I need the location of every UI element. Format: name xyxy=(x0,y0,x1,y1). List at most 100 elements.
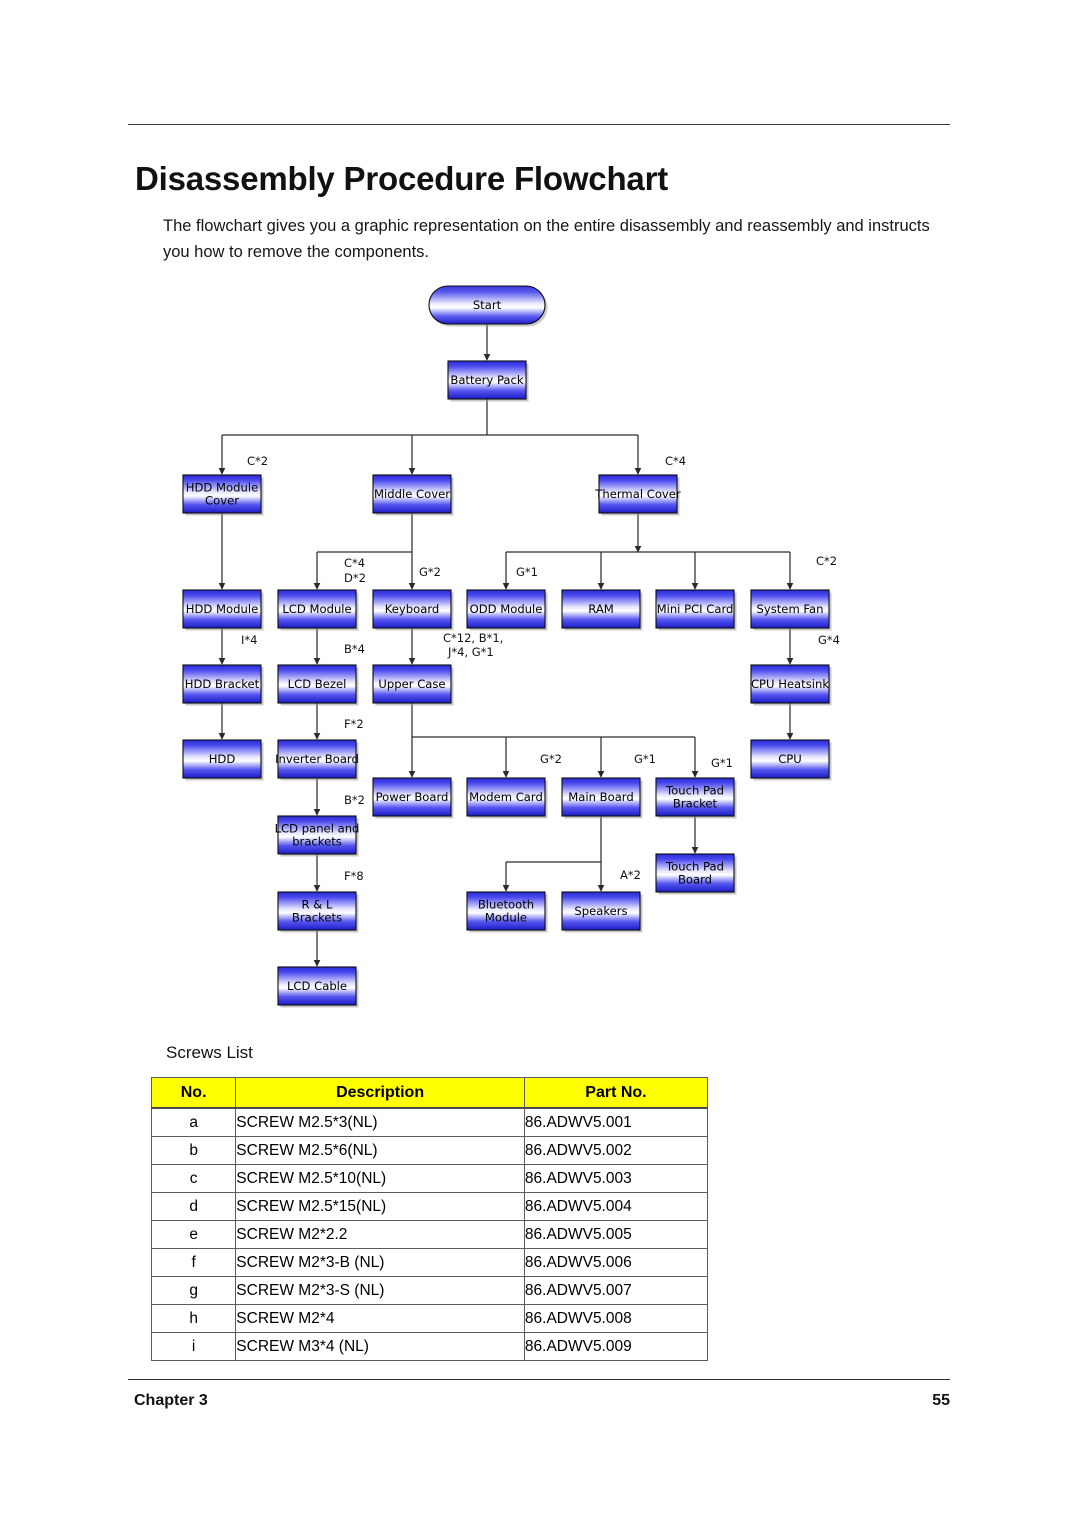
flow-node-label: HDD Bracket xyxy=(185,677,260,691)
footer-chapter: Chapter 3 xyxy=(134,1392,208,1409)
screw-count-label: I*4 xyxy=(241,633,257,647)
flow-node-label: Middle Cover xyxy=(374,487,450,501)
flow-node-label: Thermal Cover xyxy=(594,487,681,501)
cell-no: a xyxy=(150,1107,237,1137)
flow-node-upper_case: Upper Case xyxy=(372,664,454,706)
cell-no: i xyxy=(150,1332,237,1361)
header-rule xyxy=(128,124,950,125)
screw-count-label: C*4 xyxy=(344,556,365,570)
cell-no: h xyxy=(150,1304,237,1333)
flow-node-label: Mini PCI Card xyxy=(657,602,734,616)
screw-count-label: B*2 xyxy=(344,793,365,807)
flow-node-inverter_board: Inverter Board xyxy=(275,739,359,781)
screws-list-heading: Screws List xyxy=(166,1043,253,1062)
flow-node-modem_card: Modem Card xyxy=(466,777,548,819)
flow-node-lcd_module: LCD Module xyxy=(277,589,359,631)
flow-node-rl_brackets: R & LBrackets xyxy=(277,891,359,933)
footer-page-number: 55 xyxy=(932,1392,950,1409)
flow-node-label: Upper Case xyxy=(378,677,445,691)
flowchart-nodes: Start Battery Pack HDD ModuleCover Middle C… xyxy=(182,285,832,1008)
screw-count-label: J*4, G*1 xyxy=(447,645,494,659)
flow-node-hdd_module_cover: HDD ModuleCover xyxy=(182,474,264,516)
intro-paragraph: The flowchart gives you a graphic repres… xyxy=(163,216,930,261)
flow-node-keyboard: Keyboard xyxy=(372,589,454,631)
cell-description: SCREW M2*3-S (NL) xyxy=(235,1276,525,1305)
flow-node-label: ODD Module xyxy=(470,602,543,616)
table-row: b SCREW M2.5*6(NL) 86.ADWV5.002 xyxy=(150,1136,709,1165)
column-header-description: Description xyxy=(235,1077,525,1109)
screw-count-label: G*1 xyxy=(516,565,538,579)
cell-part-no: 86.ADWV5.007 xyxy=(523,1276,709,1305)
flowchart-canvas: Start Battery Pack HDD ModuleCover Middle C… xyxy=(182,285,840,1008)
screw-count-label: G*2 xyxy=(419,565,441,579)
screw-count-label: D*2 xyxy=(344,571,366,585)
screw-count-label: C*2 xyxy=(247,454,268,468)
screw-count-label: F*8 xyxy=(344,869,364,883)
flow-node-bluetooth_module: BluetoothModule xyxy=(466,891,548,933)
table-row: h SCREW M2*4 86.ADWV5.008 xyxy=(150,1304,709,1333)
screw-count-label: G*2 xyxy=(540,752,562,766)
screw-count-label: A*2 xyxy=(620,868,641,882)
manual-page: Disassembly Procedure Flowchart The flow… xyxy=(0,0,1080,1528)
flow-node-label: RAM xyxy=(588,602,614,616)
footer-rule xyxy=(128,1379,950,1380)
flow-node-label: Battery Pack xyxy=(450,373,524,387)
flow-node-label: Brackets xyxy=(292,910,342,924)
cell-no: g xyxy=(150,1276,237,1305)
table-header-row: No. Description Part No. xyxy=(150,1077,709,1109)
flow-node-hdd_bracket: HDD Bracket xyxy=(182,664,264,706)
cell-part-no: 86.ADWV5.009 xyxy=(523,1332,709,1361)
flow-node-battery_pack: Battery Pack xyxy=(447,360,529,402)
cell-description: SCREW M2*2.2 xyxy=(235,1220,525,1249)
cell-no: d xyxy=(150,1192,237,1221)
flow-node-touch_pad_bracket: Touch PadBracket xyxy=(655,777,737,819)
disassembly-flowchart: Start Battery Pack HDD Module Cover Middle C… xyxy=(0,262,1080,1032)
cell-part-no: 86.ADWV5.005 xyxy=(523,1220,709,1249)
cell-part-no: 86.ADWV5.006 xyxy=(523,1248,709,1277)
flow-node-label: CPU Heatsink xyxy=(751,677,829,691)
flow-node-label: Bracket xyxy=(673,796,718,810)
cell-part-no: 86.ADWV5.008 xyxy=(523,1304,709,1333)
cell-part-no: 86.ADWV5.003 xyxy=(523,1164,709,1193)
table-row: g SCREW M2*3-S (NL) 86.ADWV5.007 xyxy=(150,1276,709,1305)
cell-part-no: 86.ADWV5.002 xyxy=(523,1136,709,1165)
screw-count-label: G*1 xyxy=(634,752,656,766)
table-row: e SCREW M2*2.2 86.ADWV5.005 xyxy=(150,1220,709,1249)
flow-node-label: Main Board xyxy=(568,790,633,804)
flow-node-hdd_module: HDD Module xyxy=(182,589,264,631)
flow-node-label: Module xyxy=(485,910,527,924)
cell-no: f xyxy=(150,1248,237,1277)
flow-node-label: Board xyxy=(678,872,712,886)
table-row: c SCREW M2.5*10(NL) 86.ADWV5.003 xyxy=(150,1164,709,1193)
flow-node-cpu_heatsink: CPU Heatsink xyxy=(750,664,832,706)
flow-node-start: Start xyxy=(428,285,548,327)
screw-count-label: B*4 xyxy=(344,642,365,656)
cell-part-no: 86.ADWV5.004 xyxy=(523,1192,709,1221)
flow-node-label: LCD Bezel xyxy=(288,677,347,691)
flow-node-label: HDD Module xyxy=(186,602,258,616)
flow-node-label: System Fan xyxy=(757,602,824,616)
cell-description: SCREW M2.5*10(NL) xyxy=(235,1164,525,1193)
flow-node-ram: RAM xyxy=(561,589,643,631)
cell-description: SCREW M3*4 (NL) xyxy=(235,1332,525,1361)
column-header-no: No. xyxy=(150,1077,237,1109)
screw-count-label: G*4 xyxy=(818,633,840,647)
cell-no: c xyxy=(150,1164,237,1193)
flow-node-label: CPU xyxy=(778,752,802,766)
flow-node-lcd_bezel: LCD Bezel xyxy=(277,664,359,706)
table-row: i SCREW M3*4 (NL) 86.ADWV5.009 xyxy=(150,1332,709,1361)
cell-description: SCREW M2*4 xyxy=(235,1304,525,1333)
screws-list-table: No. Description Part No. a SCREW M2.5*3(N… xyxy=(150,1077,709,1361)
column-header-part-no: Part No. xyxy=(523,1077,709,1109)
cell-description: SCREW M2.5*3(NL) xyxy=(235,1107,525,1137)
flow-node-lcd_panel: LCD panel andbrackets xyxy=(275,815,359,857)
flow-node-hdd: HDD xyxy=(182,739,264,781)
flow-node-mini_pci_card: Mini PCI Card xyxy=(655,589,737,631)
flow-node-thermal_cover: Thermal Cover xyxy=(594,474,681,516)
screw-count-label: C*12, B*1, xyxy=(443,631,503,645)
flow-node-system_fan: System Fan xyxy=(750,589,832,631)
table-row: f SCREW M2*3-B (NL) 86.ADWV5.006 xyxy=(150,1248,709,1277)
flow-node-odd_module: ODD Module xyxy=(466,589,548,631)
screw-count-label: G*1 xyxy=(711,756,733,770)
cell-description: SCREW M2.5*15(NL) xyxy=(235,1192,525,1221)
